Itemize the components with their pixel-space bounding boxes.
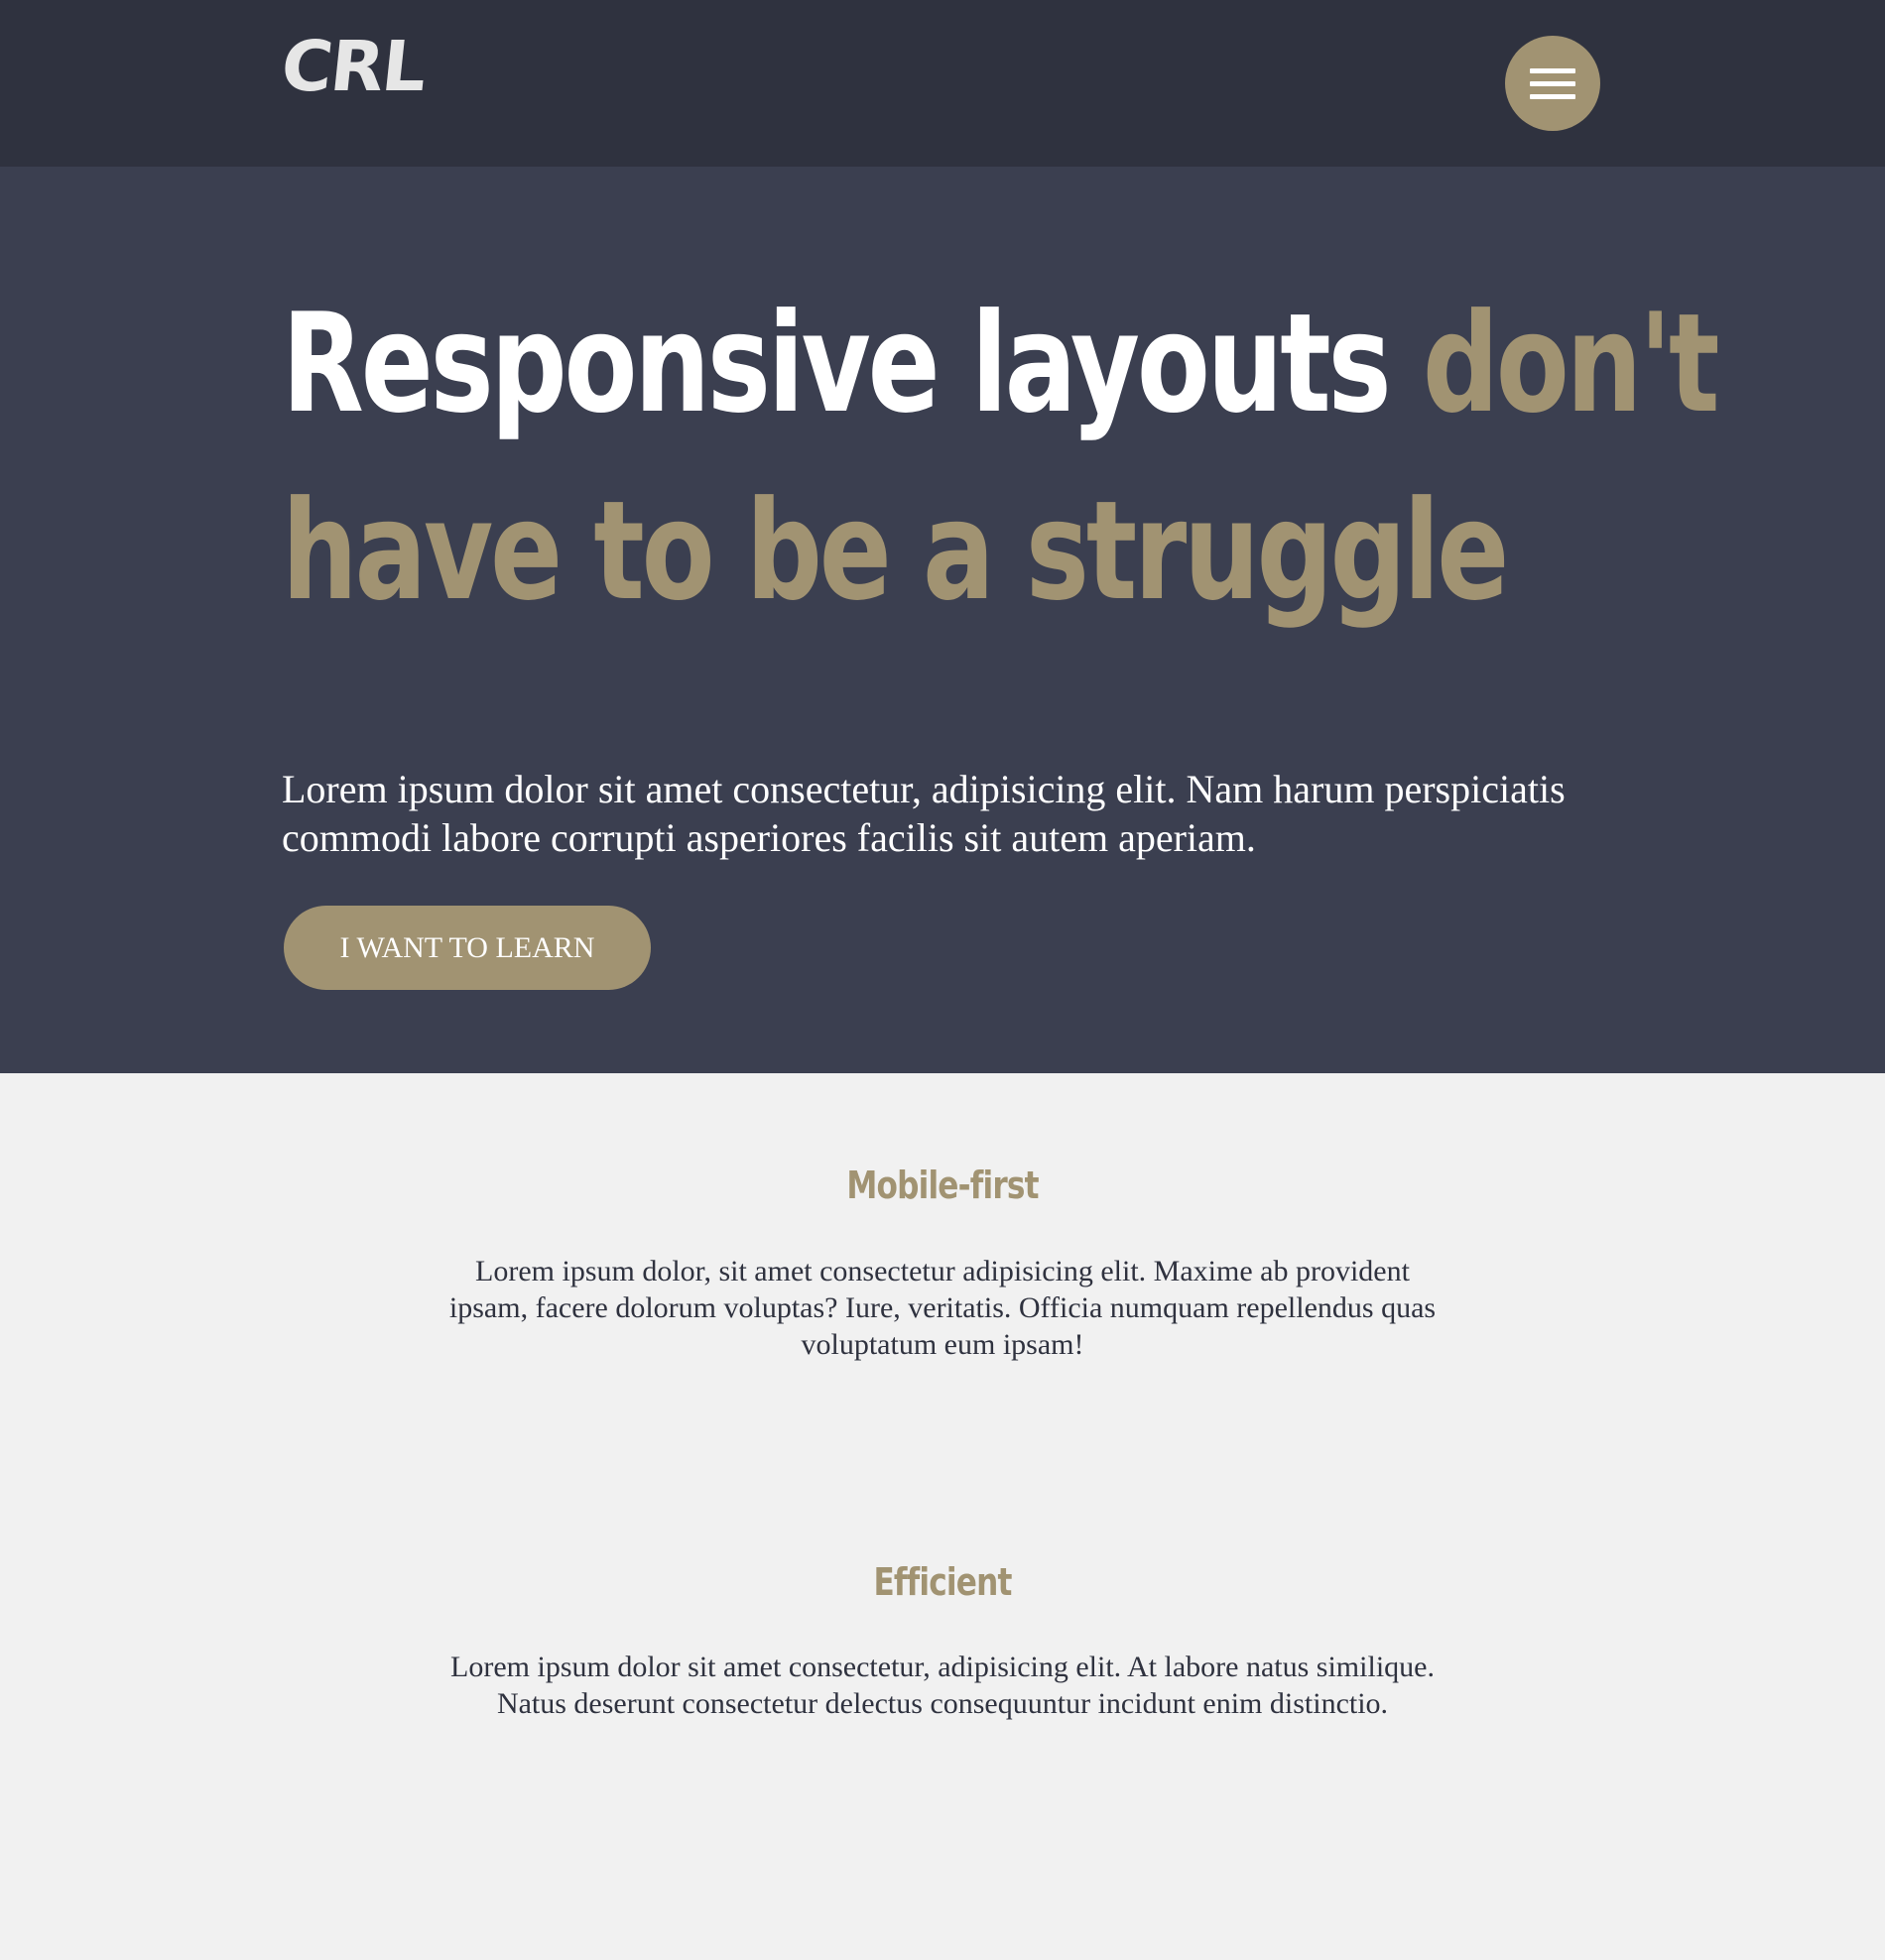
feature-title: Efficient <box>873 1560 1012 1604</box>
feature-text: Lorem ipsum dolor sit amet consectetur, … <box>450 1651 1435 1720</box>
hamburger-menu-icon <box>1530 68 1575 73</box>
hamburger-menu-icon-bar <box>1530 81 1575 86</box>
hero-title-accent-line2: have to be a struggle <box>282 471 1509 631</box>
hero-title-accent: don't <box>1422 284 1720 443</box>
menu-button[interactable] <box>1505 36 1600 131</box>
feature-efficient: Efficient Lorem ipsum dolor sit amet con… <box>446 1557 1439 1720</box>
hamburger-menu-icon-bar <box>1530 94 1575 99</box>
feature-mobile-first: Mobile-first Lorem ipsum dolor, sit amet… <box>446 1161 1439 1361</box>
feature-title: Mobile-first <box>846 1164 1039 1207</box>
hero-section: Responsive layouts don't have to be a str… <box>0 167 1885 1073</box>
hero-title-white: Responsive layouts <box>282 284 1423 443</box>
site-logo[interactable]: CRL <box>278 26 430 107</box>
hero-title: Responsive layouts don't have to be a str… <box>282 270 1719 645</box>
site-header: CRL <box>0 0 1885 167</box>
feature-text: Lorem ipsum dolor, sit amet consectetur … <box>448 1255 1437 1361</box>
hero-description: Lorem ipsum dolor sit amet consectetur, … <box>282 767 1566 860</box>
learn-button[interactable]: I WANT TO LEARN <box>284 906 651 990</box>
